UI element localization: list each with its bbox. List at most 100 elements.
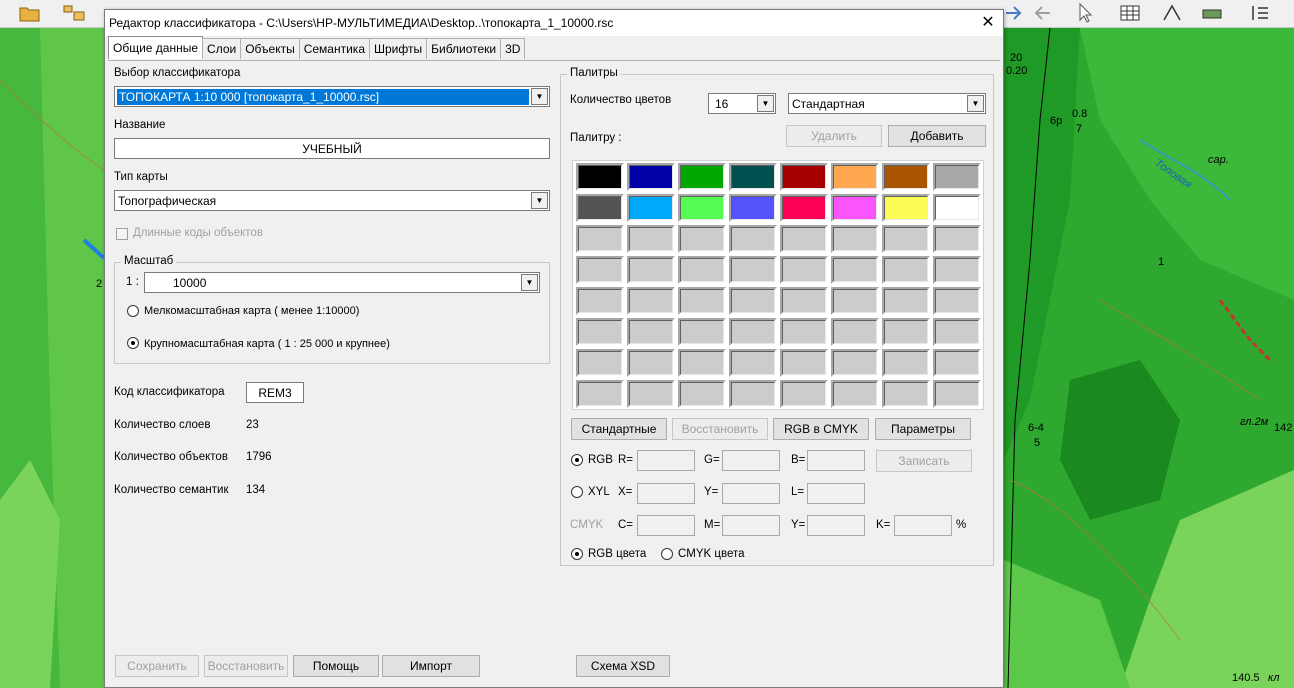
map-type-select[interactable]: Топографическая ▼ bbox=[114, 190, 550, 211]
classifier-select[interactable]: ТОПОКАРТА 1:10 000 [топокарта_1_10000.rs… bbox=[114, 86, 550, 107]
save-button[interactable]: Сохранить bbox=[115, 655, 199, 677]
parameters-button[interactable]: Параметры bbox=[875, 418, 971, 440]
color-swatch[interactable] bbox=[780, 318, 828, 346]
color-swatch[interactable] bbox=[678, 380, 726, 408]
color-swatch[interactable] bbox=[729, 194, 777, 222]
color-swatch[interactable] bbox=[576, 318, 624, 346]
color-swatch[interactable] bbox=[882, 349, 930, 377]
color-swatch[interactable] bbox=[576, 349, 624, 377]
colors-count-select[interactable]: 16 ▼ bbox=[708, 93, 776, 114]
color-swatch[interactable] bbox=[576, 194, 624, 222]
tab-semantics[interactable]: Семантика bbox=[298, 38, 370, 59]
text-edit-icon[interactable] bbox=[1160, 2, 1184, 24]
m-field[interactable] bbox=[722, 515, 780, 536]
color-swatch[interactable] bbox=[678, 225, 726, 253]
l-field[interactable] bbox=[807, 483, 865, 504]
color-swatch[interactable] bbox=[627, 318, 675, 346]
restore-button[interactable]: Восстановить bbox=[204, 655, 288, 677]
code-field[interactable]: REM3 bbox=[246, 382, 304, 403]
color-swatch[interactable] bbox=[780, 225, 828, 253]
table-icon[interactable] bbox=[1118, 2, 1142, 24]
color-swatch[interactable] bbox=[627, 287, 675, 315]
color-swatch[interactable] bbox=[576, 163, 624, 191]
color-swatch[interactable] bbox=[627, 349, 675, 377]
color-swatch[interactable] bbox=[729, 287, 777, 315]
import-button[interactable]: Импорт bbox=[382, 655, 480, 677]
b-field[interactable] bbox=[807, 450, 865, 471]
cmyk-colors-radio[interactable] bbox=[661, 548, 673, 560]
chevron-down-icon[interactable]: ▼ bbox=[521, 274, 538, 291]
c-field[interactable] bbox=[637, 515, 695, 536]
write-button[interactable]: Записать bbox=[876, 450, 972, 472]
color-swatch[interactable] bbox=[780, 380, 828, 408]
tab-objects[interactable]: Объекты bbox=[240, 38, 300, 59]
color-swatch[interactable] bbox=[729, 318, 777, 346]
standard-button[interactable]: Стандартные bbox=[571, 418, 667, 440]
large-scale-radio[interactable] bbox=[127, 337, 139, 349]
color-swatch[interactable] bbox=[780, 256, 828, 284]
color-swatch[interactable] bbox=[780, 287, 828, 315]
add-palette-button[interactable]: Добавить bbox=[888, 125, 986, 147]
color-swatch[interactable] bbox=[831, 194, 879, 222]
tab-layers[interactable]: Слои bbox=[202, 38, 242, 59]
color-swatch[interactable] bbox=[882, 318, 930, 346]
color-swatch[interactable] bbox=[831, 163, 879, 191]
xsd-schema-button[interactable]: Схема XSD bbox=[576, 655, 670, 677]
color-swatch[interactable] bbox=[678, 349, 726, 377]
dialog-titlebar[interactable]: Редактор классификатора - C:\Users\HP-МУ… bbox=[105, 10, 1003, 36]
close-icon[interactable]: ✕ bbox=[979, 14, 997, 32]
color-swatch[interactable] bbox=[933, 225, 981, 253]
delete-palette-button[interactable]: Удалить bbox=[786, 125, 882, 147]
color-swatch[interactable] bbox=[933, 380, 981, 408]
color-swatch[interactable] bbox=[627, 225, 675, 253]
color-swatch[interactable] bbox=[882, 194, 930, 222]
cmyk-y-field[interactable] bbox=[807, 515, 865, 536]
color-swatch[interactable] bbox=[933, 349, 981, 377]
color-swatch[interactable] bbox=[576, 225, 624, 253]
color-swatch[interactable] bbox=[576, 287, 624, 315]
color-swatch[interactable] bbox=[831, 349, 879, 377]
color-swatch[interactable] bbox=[882, 380, 930, 408]
color-swatch[interactable] bbox=[933, 163, 981, 191]
chevron-down-icon[interactable]: ▼ bbox=[967, 95, 984, 112]
color-swatch[interactable] bbox=[627, 380, 675, 408]
color-swatch[interactable] bbox=[576, 256, 624, 284]
color-swatch[interactable] bbox=[933, 287, 981, 315]
chevron-down-icon[interactable]: ▼ bbox=[531, 192, 548, 209]
color-swatch[interactable] bbox=[831, 380, 879, 408]
scale-select[interactable]: 10000 ▼ bbox=[144, 272, 540, 293]
name-field[interactable]: УЧЕБНЫЙ bbox=[114, 138, 550, 159]
cursor-icon[interactable] bbox=[1074, 2, 1098, 24]
tab-3d[interactable]: 3D bbox=[500, 38, 526, 59]
vehicle-icon[interactable] bbox=[1200, 2, 1224, 24]
color-swatch[interactable] bbox=[678, 318, 726, 346]
color-swatch[interactable] bbox=[627, 194, 675, 222]
color-swatch[interactable] bbox=[831, 225, 879, 253]
color-swatch[interactable] bbox=[882, 163, 930, 191]
color-swatch[interactable] bbox=[678, 287, 726, 315]
r-field[interactable] bbox=[637, 450, 695, 471]
color-swatch[interactable] bbox=[678, 194, 726, 222]
color-swatch[interactable] bbox=[729, 380, 777, 408]
color-swatch[interactable] bbox=[933, 256, 981, 284]
arrow-left-icon[interactable] bbox=[1030, 2, 1054, 24]
color-swatch[interactable] bbox=[933, 318, 981, 346]
x-field[interactable] bbox=[637, 483, 695, 504]
chevron-down-icon[interactable]: ▼ bbox=[757, 95, 774, 112]
open-folder-icon[interactable] bbox=[18, 2, 42, 24]
folder-tree-icon[interactable] bbox=[62, 2, 86, 24]
color-swatch[interactable] bbox=[678, 163, 726, 191]
color-swatch[interactable] bbox=[780, 194, 828, 222]
color-swatch[interactable] bbox=[933, 194, 981, 222]
rgb-radio[interactable] bbox=[571, 454, 583, 466]
small-scale-radio[interactable] bbox=[127, 305, 139, 317]
color-swatch[interactable] bbox=[627, 256, 675, 284]
color-swatch[interactable] bbox=[831, 318, 879, 346]
help-button[interactable]: Помощь bbox=[293, 655, 379, 677]
text-lines-icon[interactable] bbox=[1248, 2, 1272, 24]
y-field[interactable] bbox=[722, 483, 780, 504]
k-field[interactable] bbox=[894, 515, 952, 536]
rgb-colors-radio[interactable] bbox=[571, 548, 583, 560]
tab-fonts[interactable]: Шрифты bbox=[369, 38, 428, 59]
color-swatch[interactable] bbox=[780, 163, 828, 191]
